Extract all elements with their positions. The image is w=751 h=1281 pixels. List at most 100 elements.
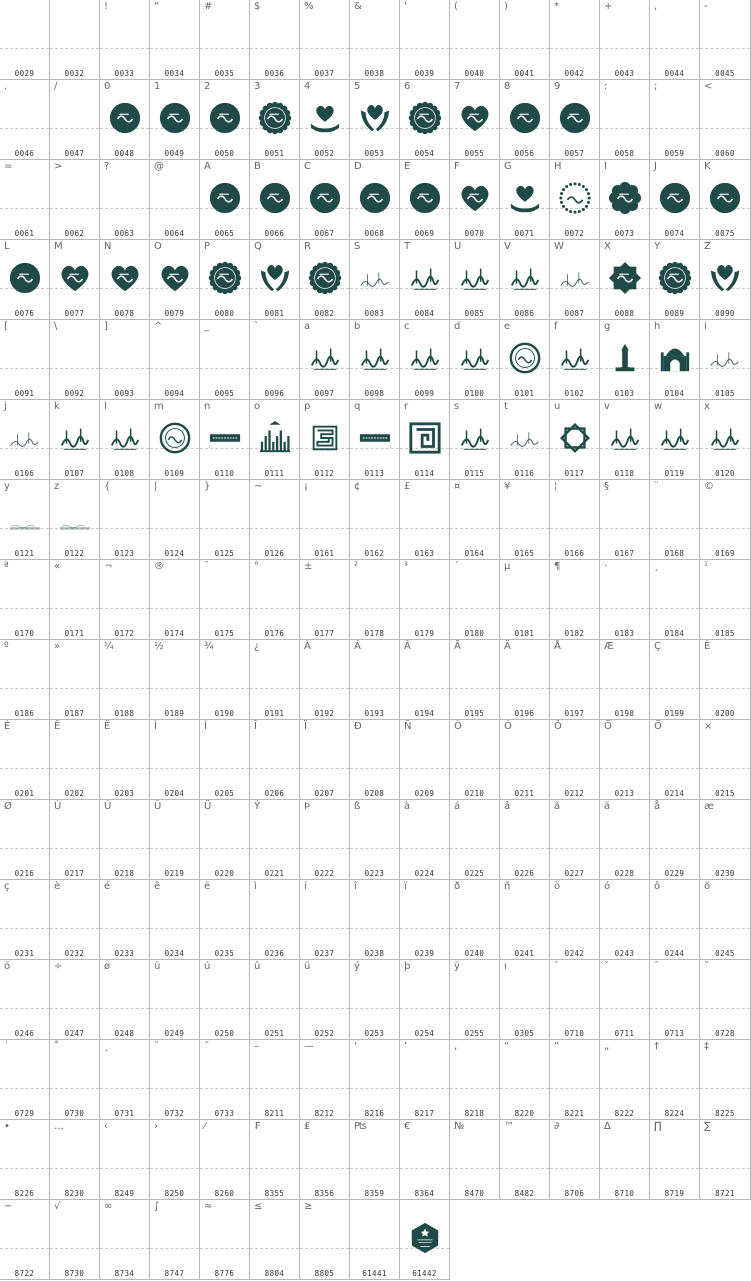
glyph-character: 7 (454, 81, 461, 92)
baseline-guide (500, 768, 549, 769)
glyph-code: 0049 (164, 149, 185, 158)
baseline-guide (500, 688, 549, 689)
baseline-guide (400, 48, 449, 49)
glyph-code: 0244 (664, 949, 685, 958)
glyph-cell: ‹ 8249 (100, 1120, 150, 1200)
circle-icon (708, 181, 742, 215)
baseline-guide (100, 928, 149, 929)
baseline-guide (100, 848, 149, 849)
glyph-cell: * 0042 (550, 0, 600, 80)
glyph-cell: ¯ 0175 (200, 560, 250, 640)
glyph-code: 0186 (14, 709, 35, 718)
glyph-cell: ˙ 0729 (0, 1040, 50, 1120)
baseline-guide (700, 848, 750, 849)
glyph-code: 0210 (464, 789, 485, 798)
baseline-guide (0, 608, 49, 609)
baseline-guide (700, 1088, 750, 1089)
glyph-cell: ¥0165 (500, 480, 550, 560)
baseline-guide (200, 1008, 249, 1009)
glyph-character: ì (254, 881, 257, 892)
glyph-character: ¸ (654, 561, 659, 572)
glyph-code: 0711 (614, 1029, 635, 1038)
glyph-code: 8719 (664, 1189, 685, 1198)
baseline-guide (400, 688, 449, 689)
baseline-guide (700, 928, 750, 929)
glyph-code: 0171 (64, 629, 85, 638)
glyph-code: 0112 (314, 469, 335, 478)
glyph-code: 0045 (715, 69, 735, 78)
glyph-character: ‹ (104, 1121, 108, 1132)
glyph-character: ã (554, 801, 561, 812)
baseline-guide (100, 528, 149, 529)
glyph-code: 0107 (64, 469, 85, 478)
glyph-cell: l 0108 (100, 400, 150, 480)
glyph-character: B (254, 161, 261, 172)
glyph-character: f (554, 321, 558, 332)
glyph-cell: ¢ 0162 (350, 480, 400, 560)
glyph-cell: ü 0252 (300, 960, 350, 1040)
glyph-cell: ₧ 8359 (350, 1120, 400, 1200)
glyph-cell: í 0237 (300, 880, 350, 960)
baseline-guide (150, 1008, 199, 1009)
script-icon (458, 341, 492, 375)
glyph-code: 0239 (414, 949, 435, 958)
glyph-code: 0182 (564, 629, 585, 638)
glyph-character: l (104, 401, 107, 412)
glyph-character: H (554, 161, 562, 172)
banner-icon (208, 421, 242, 455)
glyph-cell: d 0100 (450, 320, 500, 400)
glyph-character: C (304, 161, 311, 172)
glyph-character: ˚ (54, 1041, 59, 1052)
glyph-cell: q 0113 (350, 400, 400, 480)
glyph-character: g (604, 321, 611, 332)
baseline-guide (650, 848, 699, 849)
glyph-cell: µ 0181 (500, 560, 550, 640)
glyph-character: N (104, 241, 112, 252)
glyph-character: ≈ (204, 1201, 213, 1212)
baseline-guide (500, 1088, 549, 1089)
baseline-guide (550, 768, 599, 769)
glyph-code: 0219 (164, 869, 185, 878)
baseline-guide (250, 528, 299, 529)
glyph-character: X (604, 241, 611, 252)
glyph-cell: y 0121 (0, 480, 50, 560)
glyph-cell: ¶ 0182 (550, 560, 600, 640)
glyph-code: 0250 (214, 1029, 235, 1038)
glyph-cell: Ã 0195 (450, 640, 500, 720)
glyph-character: ¡ (304, 481, 309, 492)
glyph-cell: ³ 0179 (400, 560, 450, 640)
glyph-character: ] (104, 321, 108, 332)
faint-icon (8, 501, 42, 535)
script-light-icon (8, 421, 42, 455)
baseline-guide (450, 48, 499, 49)
baseline-guide (250, 1168, 299, 1169)
script-light-icon (708, 341, 742, 375)
glyph-cell: @0064 (150, 160, 200, 240)
glyph-cell: U 0085 (450, 240, 500, 320)
glyph-cell: 5 0053 (350, 80, 400, 160)
glyph-character: ˆ (554, 961, 559, 972)
glyph-character: ø (104, 961, 111, 972)
glyph-code: 0090 (715, 309, 735, 318)
glyph-code: 0117 (564, 469, 585, 478)
baseline-guide (400, 848, 449, 849)
script-light-icon (508, 421, 542, 455)
glyph-character: Ë (104, 721, 111, 732)
heart-icon (58, 261, 92, 295)
glyph-code: 0238 (364, 949, 385, 958)
glyph-cell: 61442 (400, 1200, 450, 1280)
glyph-cell: €8364 (400, 1120, 450, 1200)
glyph-code: 0108 (114, 469, 135, 478)
baseline-guide (600, 928, 649, 929)
baseline-guide (100, 768, 149, 769)
glyph-cell: ¿ 0191 (250, 640, 300, 720)
glyph-character: t (504, 401, 508, 412)
glyph-code: 0122 (64, 549, 85, 558)
baseline-guide (50, 928, 99, 929)
baseline-guide (300, 848, 349, 849)
glyph-character: / (54, 81, 58, 92)
glyph-cell: ≈8776 (200, 1200, 250, 1280)
glyph-cell: - 0045 (700, 0, 751, 80)
glyph-code: 0121 (14, 549, 35, 558)
glyph-cell: ∑ 8721 (700, 1120, 751, 1200)
